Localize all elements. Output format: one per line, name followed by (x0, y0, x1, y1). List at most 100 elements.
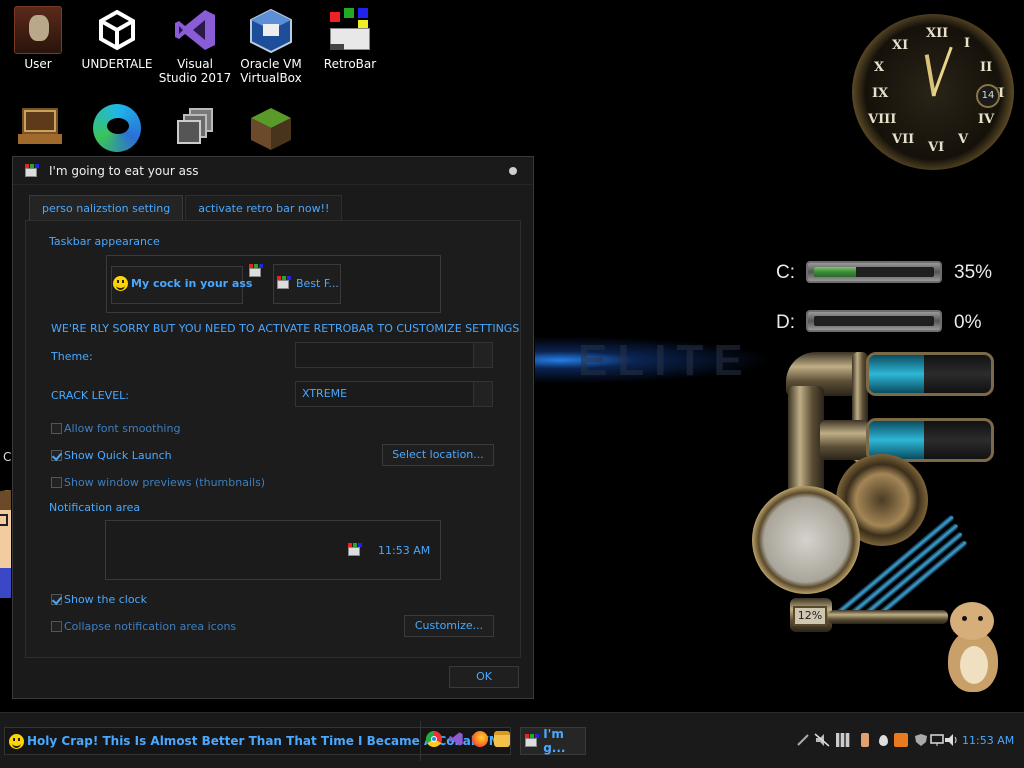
user-folder-icon (14, 6, 62, 54)
show-clock-checkbox[interactable]: Show the clock (51, 593, 147, 606)
dialog-tabs: perso nalizstion setting activate retro … (29, 195, 344, 221)
smiley-icon (9, 733, 24, 749)
visual-studio-icon (171, 6, 219, 54)
shield-icon[interactable] (914, 733, 928, 747)
computer-icon (16, 104, 64, 152)
desktop-clock-widget: XII I II III IV V VI VII VIII IX X XI 14 (852, 14, 1014, 170)
notification-preview: 11:53 AM (105, 520, 441, 580)
desktop-icon-user[interactable]: User (0, 6, 76, 71)
taskbar: Holy Crap! This Is Almost Better Than Th… (0, 712, 1024, 768)
ok-button[interactable]: OK (449, 666, 519, 688)
retrobar-icon (249, 264, 265, 278)
checkbox-box[interactable] (51, 477, 62, 488)
desktop-icon-undertale[interactable]: UNDERTALE (79, 6, 155, 71)
taskbar-clock[interactable]: 11:53 AM (962, 734, 1014, 747)
tank-gauge (866, 352, 994, 396)
desktop-icon-label: RetroBar (323, 57, 377, 71)
clock-numeral: II (980, 60, 993, 75)
quick-launch-checkbox[interactable]: Show Quick Launch (51, 449, 172, 462)
flame-icon[interactable] (894, 733, 908, 747)
desktop-icon-computer[interactable] (2, 104, 78, 155)
offscreen-text: C (3, 450, 12, 464)
file-explorer-icon[interactable] (494, 731, 510, 747)
notification-preview-time: 11:53 AM (378, 544, 431, 557)
qr-icon[interactable] (836, 733, 850, 747)
checkbox-box[interactable] (51, 450, 62, 461)
gauge-counter: 12% (793, 606, 827, 626)
checkbox-box[interactable] (51, 621, 62, 632)
crack-level-select[interactable]: XTREME (295, 381, 493, 407)
collapse-icons-checkbox[interactable]: Collapse notification area icons (51, 620, 236, 633)
retrobar-icon (326, 6, 374, 54)
clock-numeral: XII (926, 26, 949, 41)
retrobar-icon (525, 734, 539, 748)
clock-numeral: VIII (868, 112, 897, 127)
desktop-icon-label: User (24, 57, 52, 71)
bottle-icon[interactable] (858, 733, 872, 747)
crack-level-label: CRACK LEVEL: (51, 389, 129, 402)
tab-activate[interactable]: activate retro bar now!! (185, 195, 343, 221)
theme-select[interactable] (295, 342, 493, 368)
virtualbox-icon (247, 6, 295, 54)
notification-area-title: Notification area (49, 501, 141, 514)
smiley-icon (113, 276, 128, 291)
pen-icon[interactable] (796, 733, 810, 747)
clock-numeral: XI (892, 38, 909, 53)
minecraft-icon (247, 104, 295, 152)
clock-numeral: X (874, 60, 885, 75)
desktop-icon-windows[interactable] (157, 104, 233, 155)
preview-start-label: My cock in your ass (113, 276, 252, 291)
drive-c-fill (814, 267, 856, 277)
retrobar-icon (25, 163, 41, 178)
desktop-icon-label: Visual Studio 2017 (158, 57, 232, 85)
close-icon[interactable] (509, 166, 517, 175)
volume-icon[interactable] (944, 733, 958, 747)
taskbar-preview: My cock in your ass Best F... (106, 255, 441, 313)
retrobar-icon (277, 276, 293, 290)
desktop-icon-label: Oracle VM VirtualBox (240, 57, 302, 85)
drive-c-percent: 35% (954, 262, 993, 283)
clock-numeral: VI (928, 140, 945, 155)
pipe-decoration (828, 610, 948, 624)
font-smoothing-checkbox[interactable]: Allow font smoothing (51, 422, 180, 435)
mute-icon[interactable] (814, 733, 830, 747)
tab-personalization[interactable]: perso nalizstion setting (29, 195, 184, 221)
retrobar-settings-dialog: I'm going to eat your ass perso nalizsti… (12, 156, 534, 699)
pipe-decoration (820, 420, 868, 460)
dialog-titlebar[interactable]: I'm going to eat your ass (13, 157, 533, 185)
clock-numeral: IV (978, 112, 995, 127)
desktop-icon-visual-studio[interactable]: Visual Studio 2017 (157, 6, 233, 85)
clock-date: 14 (976, 84, 1000, 108)
thumbnails-checkbox[interactable]: Show window previews (thumbnails) (51, 476, 265, 489)
crack-level-dropdown-arrow[interactable] (473, 382, 492, 406)
dialog-title: I'm going to eat your ass (49, 163, 199, 178)
desktop-icon-virtualbox[interactable]: Oracle VM VirtualBox (233, 6, 309, 85)
edge-icon (93, 104, 141, 152)
taskbar-appearance-title: Taskbar appearance (49, 235, 160, 248)
customize-button[interactable]: Customize... (404, 615, 494, 637)
retrobar-icon (348, 543, 364, 557)
drive-c-label: C: (776, 262, 795, 283)
windows-stack-icon (171, 104, 219, 152)
select-location-button[interactable]: Select location... (382, 444, 494, 466)
network-icon[interactable] (930, 733, 944, 747)
unity-icon (93, 6, 141, 54)
desktop-icon-minecraft[interactable] (233, 104, 309, 155)
checkbox-box[interactable] (51, 423, 62, 434)
drive-d-percent: 0% (954, 312, 982, 333)
clock-numeral: I (964, 36, 971, 51)
checkbox-box[interactable] (51, 594, 62, 605)
desktop-icon-edge[interactable] (79, 104, 155, 155)
theme-dropdown-arrow[interactable] (473, 343, 492, 367)
drop-icon[interactable] (876, 733, 890, 747)
visual-studio-icon[interactable] (448, 731, 464, 747)
taskbar-task-retrobar[interactable]: I'm g... (520, 727, 586, 755)
wallpaper-logo: ELITE (578, 336, 753, 385)
pressure-gauge (752, 486, 860, 594)
firefox-icon[interactable] (472, 731, 488, 747)
desktop-icon-retrobar[interactable]: RetroBar (312, 6, 388, 71)
task-label: I'm g... (543, 727, 566, 755)
activation-notice: WE'RE RLY SORRY BUT YOU NEED TO ACTIVATE… (51, 322, 520, 335)
drive-c-meter (806, 261, 942, 283)
chrome-icon[interactable] (426, 731, 442, 747)
